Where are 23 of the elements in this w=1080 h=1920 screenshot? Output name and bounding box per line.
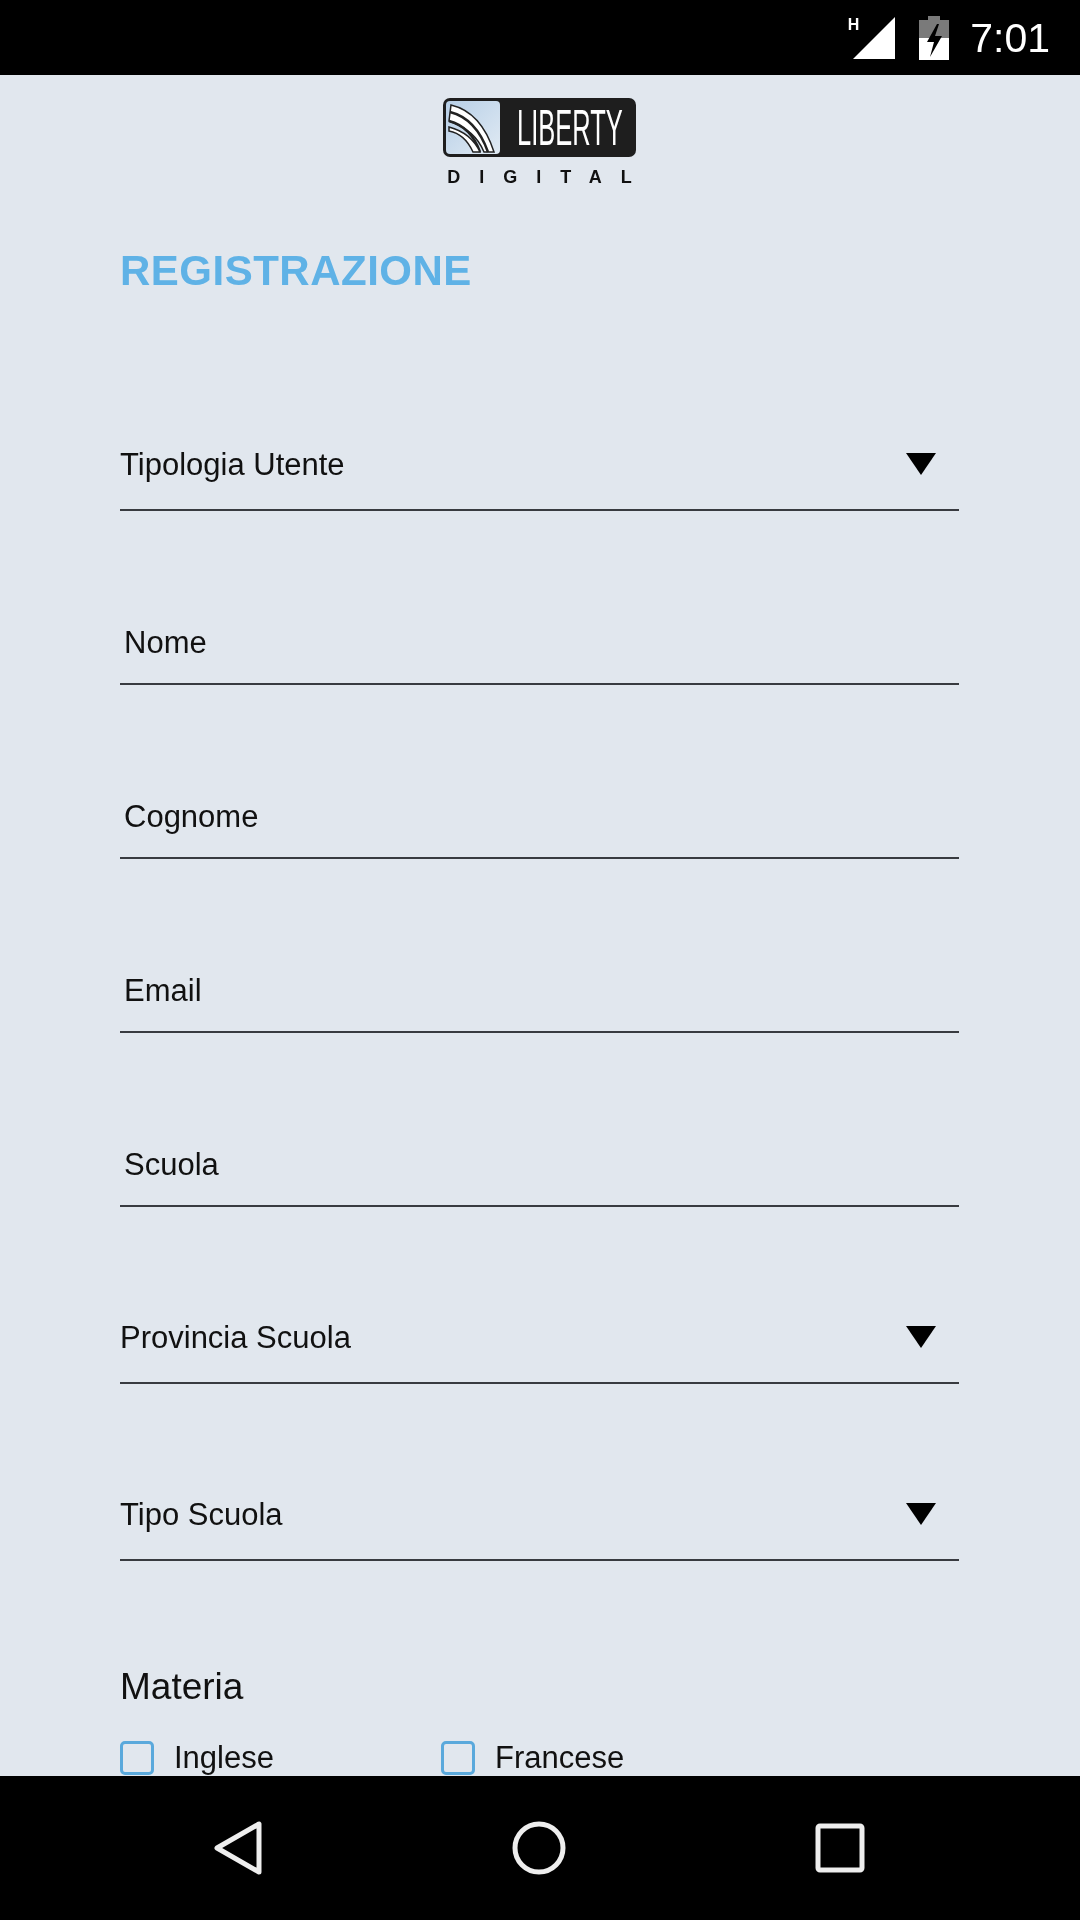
input-field[interactable]: Email — [120, 957, 959, 1033]
checkbox-label: Francese — [495, 1741, 625, 1775]
dropdown[interactable]: Tipo Scuola — [120, 1482, 959, 1561]
input-field[interactable]: Cognome — [120, 783, 959, 859]
dropdown[interactable]: Provincia Scuola — [120, 1305, 959, 1384]
dropdown[interactable]: Tipologia Utente — [120, 432, 959, 511]
battery-charging-icon — [919, 15, 950, 60]
recents-icon[interactable] — [815, 1823, 865, 1873]
clock-time: 7:01 — [970, 13, 1050, 62]
dropdown-arrow-icon — [906, 1326, 936, 1348]
section-label: Materia — [120, 1665, 244, 1709]
home-icon[interactable] — [512, 1821, 566, 1875]
back-icon[interactable] — [213, 1821, 263, 1875]
input-field[interactable]: Nome — [120, 609, 959, 685]
logo-text: LIBERTY — [517, 102, 623, 153]
checkbox-label: Inglese — [174, 1741, 274, 1775]
page-title: REGISTRAZIONE — [120, 246, 472, 296]
dropdown-arrow-icon — [906, 1503, 936, 1525]
dropdown-arrow-icon — [906, 453, 936, 475]
logo-subtitle: DIGITAL — [446, 167, 651, 187]
wing-icon — [446, 101, 500, 154]
network-type-label: H — [847, 17, 860, 33]
input-field[interactable]: Scuola — [120, 1131, 959, 1207]
